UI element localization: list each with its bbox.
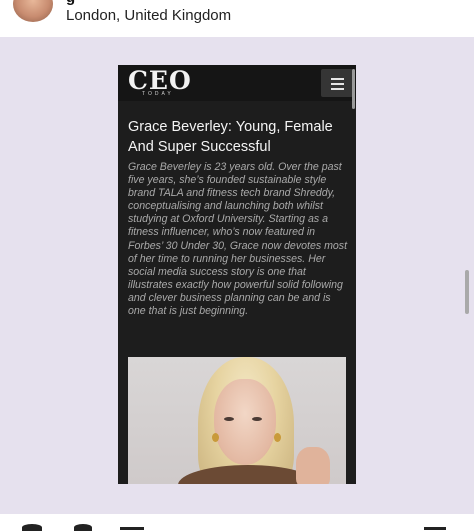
post-location[interactable]: London, United Kingdom bbox=[66, 7, 231, 24]
article-body: Grace Beverley is 23 years old. Over the… bbox=[128, 161, 348, 318]
article-screenshot: CEO TODAY Grace Beverley: Young, Female … bbox=[118, 65, 356, 484]
article-title: Grace Beverley: Young, Female And Super … bbox=[128, 119, 333, 155]
like-icon[interactable] bbox=[22, 524, 42, 531]
photo-face bbox=[214, 379, 276, 465]
article-photo bbox=[128, 357, 346, 484]
site-logo-subtitle: TODAY bbox=[142, 91, 174, 97]
article-scrollbar bbox=[352, 69, 355, 109]
photo-eye-right bbox=[252, 417, 262, 421]
photo-hand bbox=[296, 447, 330, 484]
post-action-bar bbox=[0, 514, 474, 531]
post-header: g London, United Kingdom bbox=[0, 0, 474, 36]
share-icon[interactable] bbox=[120, 527, 144, 530]
post-image[interactable]: CEO TODAY Grace Beverley: Young, Female … bbox=[0, 37, 474, 514]
photo-eye-left bbox=[224, 417, 234, 421]
site-header: CEO TODAY bbox=[118, 65, 356, 109]
feed-scrollbar[interactable] bbox=[465, 270, 469, 314]
photo-earring-left bbox=[212, 433, 219, 442]
comment-icon[interactable] bbox=[74, 524, 92, 531]
avatar[interactable] bbox=[13, 0, 53, 22]
username-fragment[interactable]: g bbox=[66, 0, 76, 6]
more-options-icon[interactable] bbox=[436, 0, 456, 6]
save-icon[interactable] bbox=[424, 527, 446, 530]
photo-earring-right bbox=[274, 433, 281, 442]
hamburger-menu-icon bbox=[321, 69, 353, 97]
